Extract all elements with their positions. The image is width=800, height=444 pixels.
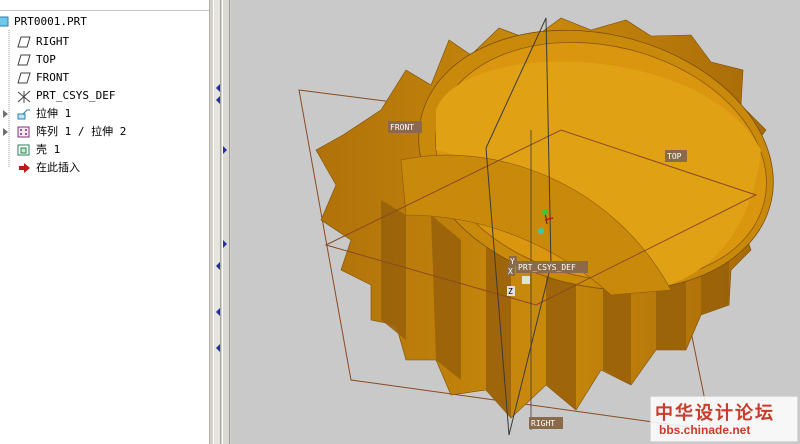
extrude-icon: [17, 108, 31, 120]
axis-tick: [522, 276, 530, 284]
svg-text:X: X: [508, 267, 513, 276]
tree-item-label: TOP: [36, 53, 56, 66]
tree-item-label: 在此插入: [36, 161, 80, 174]
svg-text:RIGHT: RIGHT: [531, 419, 555, 428]
graphics-viewport[interactable]: FRONT TOP RIGHT PRT_CSYS_DEF Y X Z: [231, 0, 800, 444]
watermark-logo: 中华设计论坛 bbs.chinade.net: [650, 396, 798, 442]
datum-plane-icon: [17, 54, 31, 66]
svg-text:FRONT: FRONT: [390, 123, 414, 132]
gear-model-render: FRONT TOP RIGHT PRT_CSYS_DEF Y X Z: [298, 17, 774, 436]
svg-text:Z: Z: [508, 287, 513, 296]
svg-text:Y: Y: [510, 257, 515, 266]
expand-arrow-icon[interactable]: [3, 110, 8, 118]
watermark-url: bbs.chinade.net: [659, 423, 751, 437]
datum-label-front: FRONT: [388, 121, 422, 133]
svg-text:PRT_CSYS_DEF: PRT_CSYS_DEF: [518, 263, 576, 272]
tree-item-label: FRONT: [36, 71, 70, 84]
expand-right-arrow-icon: [223, 146, 227, 154]
part-icon: [0, 16, 12, 28]
axis-label-y: Y: [509, 256, 517, 266]
datum-plane-icon: [17, 36, 31, 48]
tree-item-label: 阵列 1 / 拉伸 2: [36, 125, 127, 138]
splitter-arrows: [216, 84, 227, 352]
pattern-icon: [17, 126, 31, 138]
coordinate-system-icon: [16, 90, 31, 103]
datum-label-csys: PRT_CSYS_DEF: [516, 261, 588, 273]
tree-item-label: PRT_CSYS_DEF: [36, 89, 116, 102]
collapse-left-arrow-icon: [216, 84, 220, 92]
shell-icon: [17, 144, 31, 156]
tree-root-label: PRT0001.PRT: [14, 15, 87, 28]
svg-text:TOP: TOP: [667, 152, 682, 161]
tree-item-label: 壳 1: [36, 143, 61, 156]
model-tree: PRT0001.PRT RIGHT TOP FRONT PRT_CSYS_DEF: [0, 0, 210, 444]
panel-splitter[interactable]: [210, 0, 231, 444]
tree-header-strip: [0, 0, 209, 11]
tree-item-label: RIGHT: [36, 35, 70, 48]
datum-label-top: TOP: [665, 150, 687, 162]
watermark-site-name: 中华设计论坛: [655, 403, 775, 424]
insert-here-arrow-icon: [18, 162, 32, 174]
axis-label-x: X: [507, 266, 515, 276]
tree-item-label: 拉伸 1: [36, 107, 72, 120]
expand-arrow-icon[interactable]: [3, 128, 8, 136]
datum-plane-icon: [17, 72, 31, 84]
datum-label-right: RIGHT: [529, 417, 563, 429]
axis-label-z: Z: [507, 286, 515, 296]
